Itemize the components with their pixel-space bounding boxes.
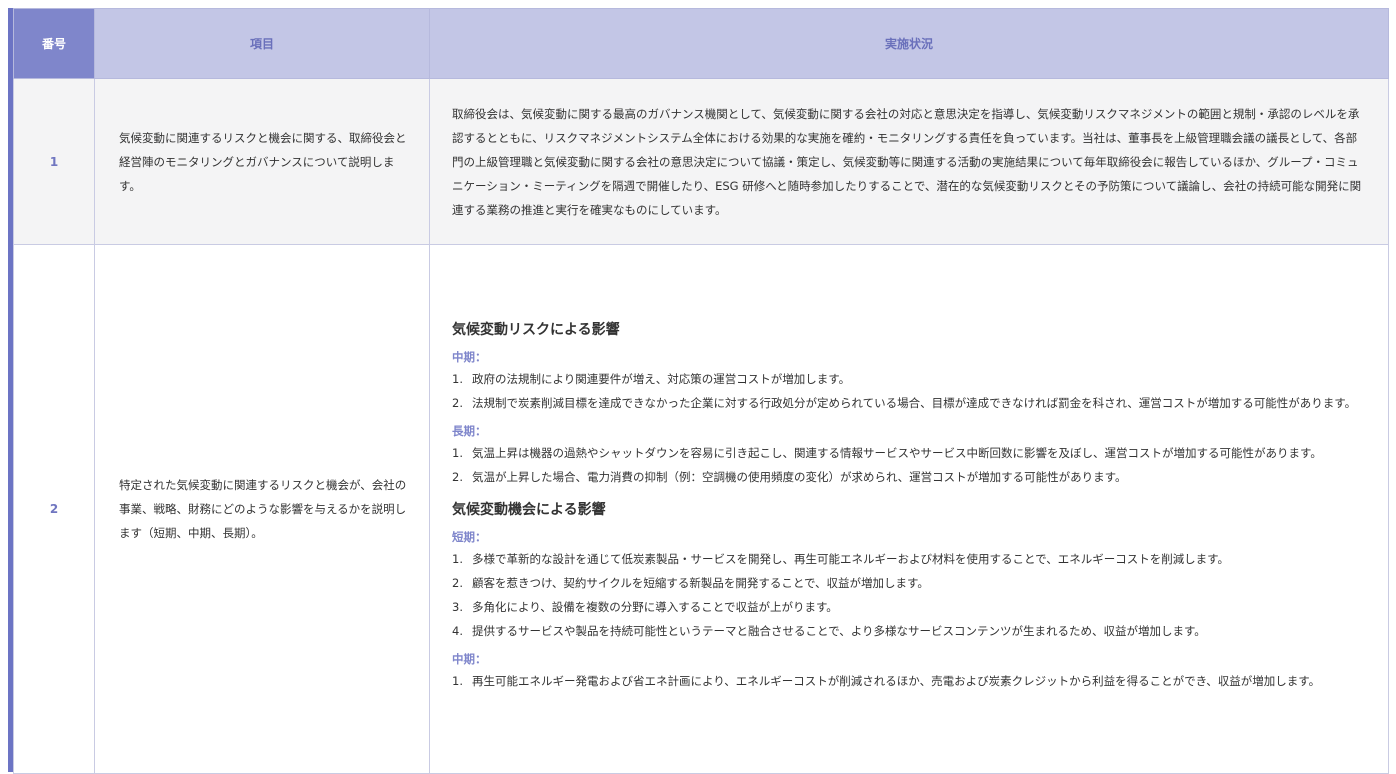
list-item: 1. 再生可能エネルギー発電および省エネ計画により、エネルギーコストが削減されるほ… [452,674,1321,688]
list-item: 1. 気温上昇は機器の過熱やシャットダウンを容易に引き起こし、関連する情報サービス… [452,446,1322,460]
row-status: 気候変動リスクによる影響 中期： 1. 政府の法規制により関連要件が増え、対応策の… [429,244,1389,774]
row-status: 取締役会は、気候変動に関する最高のガバナンス機関として、気候変動に関する会社の対… [429,78,1389,245]
list-item: 3. 多角化により、設備を複数の分野に導入することで収益が上がります。 [452,600,838,614]
header-item: 項目 [94,8,430,79]
table-row: 1 気候変動に関連するリスクと機会に関する、取締役会と経営陣のモニタリングとガバ… [13,78,1389,245]
header-status: 実施状況 [429,8,1389,79]
risk-mid-label: 中期： [452,350,487,364]
risk-long-label: 長期： [452,424,487,438]
disclosure-table: 番号 項目 実施状況 1 気候変動に関連するリスクと機会に関する、取締役会と経営… [13,8,1389,774]
list-item: 1. 政府の法規制により関連要件が増え、対応策の運営コストが増加します。 [452,372,851,386]
risk-heading: 気候変動リスクによる影響 [452,322,620,338]
header-number: 番号 [13,8,95,79]
list-item: 2. 法規制で炭素削減目標を達成できなかった企業に対する行政処分が定められている場… [452,396,1357,410]
list-item: 2. 顧客を惹きつけ、契約サイクルを短縮する新製品を開発することで、収益が増加しま… [452,576,929,590]
row-number: 2 [13,244,95,774]
list-item: 4. 提供するサービスや製品を持続可能性というテーマと融合させることで、より多様な… [452,624,1206,638]
opportunity-mid-label: 中期： [452,652,487,666]
list-item: 2. 気温が上昇した場合、電力消費の抑制（例：空調機の使用頻度の変化）が求められ、… [452,470,1127,484]
list-item: 1. 多様で革新的な設計を通じて低炭素製品・サービスを開発し、再生可能エネルギーお… [452,552,1230,566]
row-number: 1 [13,78,95,245]
risk-long-list: 1. 気温上昇は機器の過熱やシャットダウンを容易に引き起こし、関連する情報サービス… [452,441,1366,489]
risk-mid-list: 1. 政府の法規制により関連要件が増え、対応策の運営コストが増加します。 2. 法規… [452,367,1366,415]
row-item: 気候変動に関連するリスクと機会に関する、取締役会と経営陣のモニタリングとガバナン… [94,78,430,245]
table-header-row: 番号 項目 実施状況 [13,8,1389,79]
table-row: 2 特定された気候変動に関連するリスクと機会が、会社の事業、戦略、財務にどのよう… [13,244,1389,774]
row-item: 特定された気候変動に関連するリスクと機会が、会社の事業、戦略、財務にどのような影… [94,244,430,774]
disclosure-table-container: 番号 項目 実施状況 1 気候変動に関連するリスクと機会に関する、取締役会と経営… [8,8,1389,774]
opportunity-short-label: 短期： [452,530,487,544]
opportunity-short-list: 1. 多様で革新的な設計を通じて低炭素製品・サービスを開発し、再生可能エネルギーお… [452,547,1366,643]
opportunity-heading: 気候変動機会による影響 [452,502,606,518]
opportunity-mid-list: 1. 再生可能エネルギー発電および省エネ計画により、エネルギーコストが削減されるほ… [452,669,1366,693]
